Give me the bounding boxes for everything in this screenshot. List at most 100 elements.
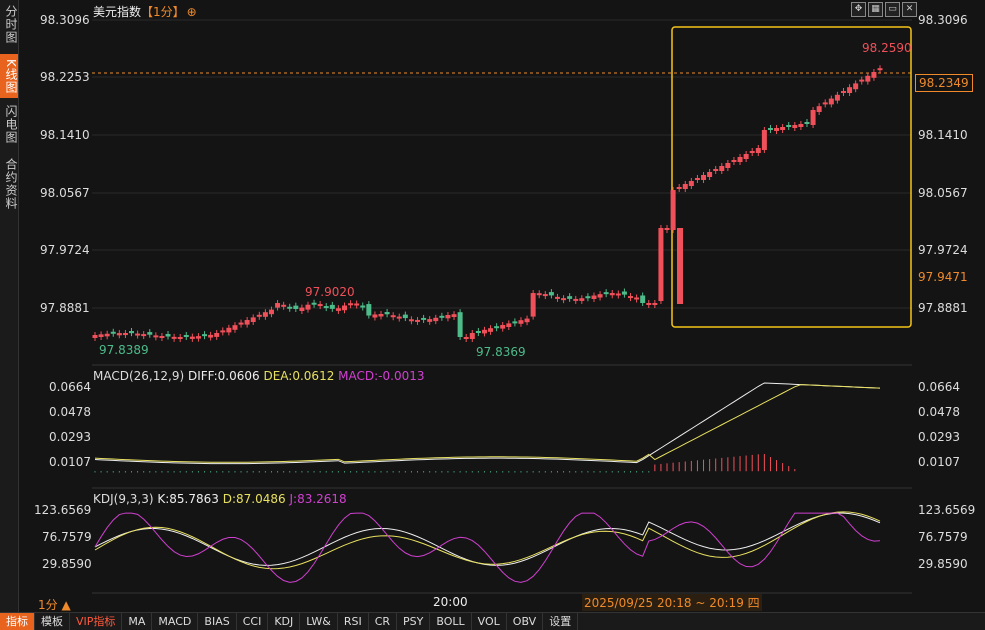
indicator-tab[interactable]: 模板 — [35, 613, 70, 630]
candle-body — [591, 295, 597, 300]
candle-body — [677, 228, 683, 304]
candle-body — [232, 325, 238, 330]
candle-body — [859, 79, 865, 82]
candle-body — [372, 314, 378, 318]
candle-body — [494, 326, 500, 329]
macd-label: MACD(26,12,9) — [93, 369, 185, 383]
candle-body — [92, 335, 98, 338]
candle-body — [317, 304, 323, 307]
price-axis-label-right: 97.9724 — [918, 243, 968, 257]
indicator-tab[interactable]: BOLL — [430, 613, 472, 630]
high-annotation: 98.2590 — [862, 41, 912, 55]
candle-body — [834, 94, 840, 101]
kdj-j: J:83.2618 — [289, 492, 347, 506]
candle-body — [658, 228, 664, 301]
price-axis-label: 97.8881 — [40, 301, 90, 315]
candle-body — [609, 293, 615, 296]
candle-body — [621, 291, 627, 295]
candle-body — [293, 305, 299, 309]
period-selector[interactable]: 1分 ▲ — [38, 596, 71, 613]
time-axis-tick: 20:00 — [433, 595, 468, 609]
indicator-tab[interactable]: MACD — [152, 613, 199, 630]
indicator-tab[interactable]: MA — [122, 613, 153, 630]
candle-body — [561, 298, 567, 301]
candle-body — [153, 335, 159, 338]
current-price-tag: 98.2349 — [915, 74, 973, 92]
candle-body — [840, 91, 846, 93]
high-annotation: 97.9020 — [305, 285, 355, 299]
indicator-tab[interactable]: CR — [369, 613, 398, 630]
kdj-k-line — [94, 512, 881, 566]
indicator-tab[interactable]: CCI — [237, 613, 269, 630]
candle-body — [214, 333, 220, 337]
candle-body — [354, 303, 360, 306]
candle-body — [329, 304, 335, 309]
candle-body — [567, 296, 573, 299]
candle-body — [804, 122, 810, 124]
candle-body — [262, 312, 268, 317]
indicator-tab[interactable]: 设置 — [543, 613, 579, 630]
candle-body — [554, 296, 560, 299]
candle-body — [445, 315, 451, 319]
indicator-tab[interactable]: LW& — [300, 613, 338, 630]
indicator-tab[interactable]: PSY — [397, 613, 431, 630]
candle-body — [275, 303, 281, 308]
macd-axis-label: 0.0107 — [49, 455, 91, 469]
candle-body — [159, 336, 165, 339]
candle-body — [287, 306, 293, 309]
candle-body — [268, 309, 274, 315]
kdj-d: D:87.0486 — [222, 492, 286, 506]
candle-body — [524, 318, 530, 323]
candle-body — [853, 83, 859, 90]
candle-body — [177, 336, 183, 339]
candle-body — [877, 68, 883, 71]
candle-body — [299, 307, 305, 311]
candle-body — [256, 314, 262, 317]
candle-body — [202, 334, 208, 337]
candle-body — [390, 315, 396, 318]
candle-body — [731, 160, 737, 162]
candle-body — [749, 151, 755, 153]
indicator-tab[interactable]: RSI — [338, 613, 369, 630]
candle-body — [475, 331, 481, 333]
indicator-tab[interactable]: VOL — [472, 613, 507, 630]
kdj-d-line — [94, 511, 881, 570]
candle-body — [603, 292, 609, 295]
price-axis-label: 98.1410 — [40, 128, 90, 142]
candle-body — [713, 169, 719, 171]
macd-dea-line — [94, 384, 881, 463]
candle-body — [761, 130, 767, 150]
candle-body — [396, 316, 402, 319]
candle-body — [171, 336, 177, 339]
indicator-tab[interactable]: OBV — [507, 613, 544, 630]
candle-body — [579, 298, 585, 301]
candle-body — [238, 322, 244, 325]
cursor-time: 2025/09/25 20:18 ~ 20:19 四 — [582, 594, 762, 611]
kline-chart[interactable] — [0, 0, 985, 629]
candle-body — [110, 331, 116, 334]
candle-body — [597, 294, 603, 298]
candle-body — [640, 295, 646, 303]
candle-body — [451, 314, 457, 318]
candle-body — [421, 317, 427, 320]
candle-body — [688, 181, 694, 186]
candle-body — [311, 302, 317, 305]
indicator-tab[interactable]: BIAS — [198, 613, 237, 630]
candle-body — [481, 329, 487, 334]
price-axis-label: 97.9724 — [40, 243, 90, 257]
low-annotation: 97.8369 — [476, 345, 526, 359]
candle-body — [737, 157, 743, 162]
candle-body — [98, 334, 104, 337]
candle-body — [335, 308, 341, 311]
candle-body — [439, 315, 445, 318]
candle-body — [865, 75, 871, 82]
macd-axis-label-right: 0.0664 — [918, 380, 960, 394]
candle-body — [189, 336, 195, 339]
indicator-tab[interactable]: KDJ — [268, 613, 301, 630]
indicator-tab[interactable]: VIP指标 — [70, 613, 123, 630]
candle-body — [701, 175, 707, 180]
candle-body — [165, 334, 171, 337]
indicator-tab[interactable]: 指标 — [0, 613, 35, 630]
candle-body — [798, 124, 804, 127]
candle-body — [585, 296, 591, 299]
